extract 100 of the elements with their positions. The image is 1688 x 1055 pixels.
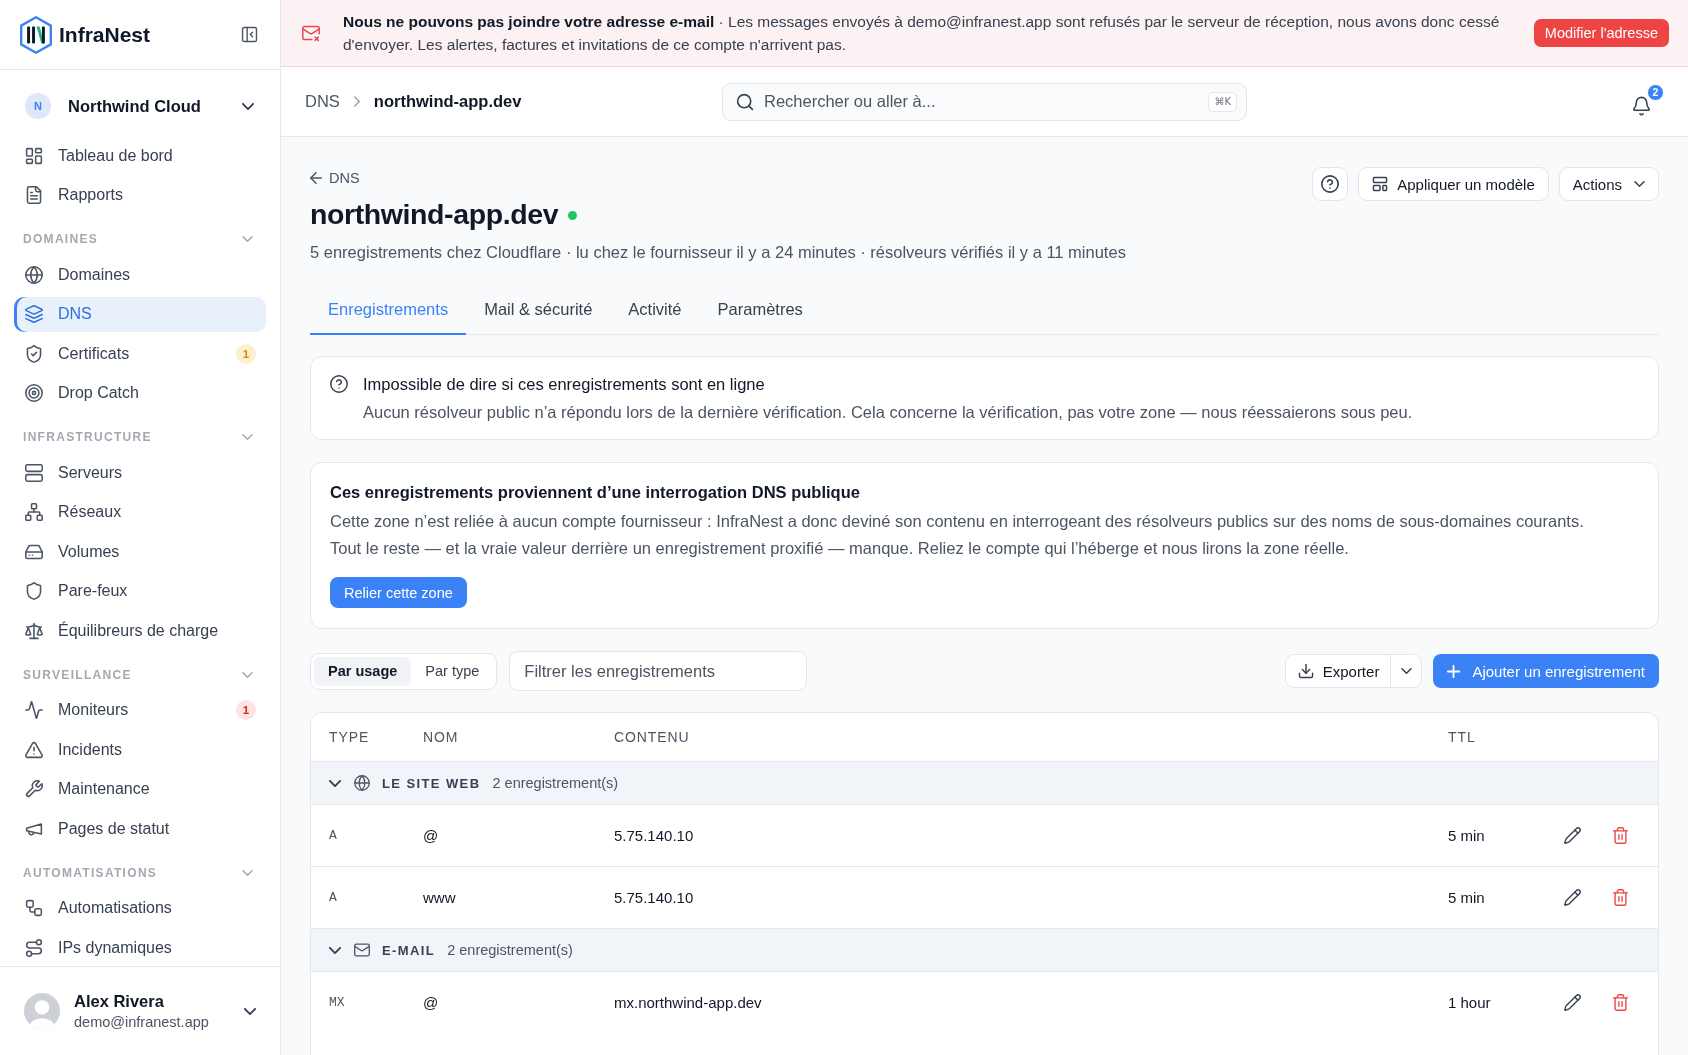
brand-name: InfraNest (59, 22, 151, 47)
page-subtitle: 5 enregistrements chez Cloudflare · lu chez le fournisseur il y a 24 minutes · résolveurs vérifiés il y a 11 minutes (310, 242, 1126, 263)
view-option[interactable]: Par usage (314, 656, 412, 686)
workspace-name[interactable]: Northwind Cloud (68, 96, 201, 116)
edit-button[interactable] (1562, 992, 1582, 1013)
help-circle-icon (330, 375, 348, 393)
delete-button[interactable] (1610, 825, 1630, 846)
edit-button[interactable] (1562, 887, 1582, 908)
help-button[interactable] (1312, 167, 1349, 201)
breadcrumb-link[interactable]: DNS (305, 92, 340, 111)
type-cell-text: A (329, 890, 338, 905)
chevron-down-icon (1400, 668, 1412, 674)
tab[interactable]: Enregistrements (310, 291, 467, 335)
nav-item[interactable]: Pare-feux (14, 573, 266, 609)
callout-title: Ces enregistrements proviennent d’une interrogation DNS publique (330, 482, 861, 503)
shield-icon (25, 582, 43, 601)
hard-drive-icon (25, 542, 43, 561)
pulse-icon (25, 701, 43, 720)
network-icon (25, 503, 43, 522)
nav-item[interactable]: Drop Catch (14, 375, 266, 411)
search-icon (736, 92, 754, 111)
trash-icon (1611, 994, 1629, 1011)
nav-item[interactable]: IPs dynamiques (14, 930, 266, 966)
delete-button[interactable] (1610, 992, 1630, 1013)
back-link[interactable]: DNS (310, 169, 360, 187)
trash-icon (1611, 889, 1629, 906)
route-icon (25, 938, 43, 957)
notification-count: 2 (1647, 83, 1664, 101)
document-icon (25, 186, 43, 205)
group-row[interactable]: LE SITE WEB 2 enregistrement(s) (311, 761, 1658, 804)
tab[interactable]: Activité (610, 291, 700, 335)
nav-item[interactable]: Tableau de bord (14, 138, 266, 174)
nav-item[interactable]: Rapports (14, 177, 266, 213)
pencil-icon (1563, 827, 1581, 844)
link-zone-button[interactable]: Relier cette zone (330, 577, 467, 608)
help-circle-icon (1321, 175, 1340, 193)
globe-icon (354, 775, 370, 791)
group-count: 2 enregistrement(s) (447, 942, 573, 958)
layout-template-icon (1372, 176, 1389, 192)
edit-button[interactable] (1562, 825, 1582, 846)
tab[interactable]: Mail & sécurité (466, 291, 611, 335)
ttl-cell-text: 5 min (1448, 889, 1486, 906)
nav-item[interactable]: Moniteurs 1 (14, 692, 266, 728)
group-label: E-MAIL (382, 942, 436, 958)
count-badge: 1 (236, 700, 256, 721)
server-icon (25, 463, 43, 482)
name-cell-text: @ (423, 994, 440, 1011)
scale-icon (25, 621, 43, 640)
workspace-avatar: N (25, 93, 51, 119)
nav-item[interactable]: Réseaux (14, 494, 266, 530)
notice-text: Aucun résolveur public n’a répondu lors de la dernière vérification. Cela concerne la vérification, pas votre zone — nous réessaierons sous peu. (363, 402, 1413, 423)
mail-error-icon (301, 24, 321, 42)
sidebar-panel-icon (241, 26, 258, 43)
chevron-right-icon (353, 96, 360, 107)
tab[interactable]: Paramètres (699, 291, 821, 335)
add-record-button[interactable]: Ajouter un enregistrement (1433, 654, 1659, 688)
nav-item[interactable]: Volumes (14, 534, 266, 570)
trash-icon (1611, 827, 1629, 844)
nav-item[interactable]: Domaines (14, 257, 266, 293)
column-header: CONTENU (614, 729, 691, 745)
wrench-icon (25, 780, 43, 799)
export-button[interactable]: Exporter (1284, 654, 1392, 688)
view-option[interactable]: Par type (411, 656, 494, 686)
user-email: demo@infranest.app (74, 1012, 209, 1032)
hexagon-logo-icon (20, 15, 52, 54)
avatar-silhouette-icon (24, 993, 60, 1029)
group-label: LE SITE WEB (382, 775, 481, 791)
nav-item[interactable]: Pages de statut (14, 811, 266, 847)
ttl-cell-text: 5 min (1448, 827, 1486, 844)
globe-icon (25, 265, 43, 284)
nav-item[interactable]: Maintenance (14, 771, 266, 807)
name-cell-text: www (423, 889, 457, 906)
delete-button[interactable] (1610, 887, 1630, 908)
nav-item[interactable]: Équilibreurs de charge (14, 613, 266, 649)
page-title: northwind-app.dev (310, 197, 559, 232)
envelope-icon (354, 942, 370, 958)
actions-menu-button[interactable]: Actions (1558, 167, 1659, 201)
type-cell-text: MX (329, 995, 346, 1010)
chevron-down-icon[interactable] (242, 102, 254, 110)
apply-template-button[interactable]: Appliquer un modèle (1358, 167, 1549, 201)
notifications-button[interactable]: 2 (1626, 82, 1664, 121)
download-icon (1297, 663, 1314, 679)
nav-item[interactable]: Incidents (14, 732, 266, 768)
pencil-icon (1563, 994, 1581, 1011)
content-cell-text: mx.northwind-app.dev (614, 994, 763, 1011)
nav-item[interactable]: Serveurs (14, 455, 266, 491)
pencil-icon (1563, 889, 1581, 906)
nav-item[interactable]: Certificats 1 (14, 336, 266, 372)
nav-item[interactable]: Automatisations (14, 890, 266, 926)
change-address-button[interactable]: Modifier l'adresse (1533, 19, 1669, 47)
chevron-down-icon (1634, 181, 1645, 187)
nav-item[interactable]: DNS (14, 296, 266, 332)
filter-field[interactable]: Filtrer les enregistrements (509, 651, 808, 691)
name-cell-text: @ (423, 827, 440, 844)
collapse-sidebar-button[interactable] (241, 26, 258, 43)
group-row[interactable]: E-MAIL 2 enregistrement(s) (311, 928, 1658, 971)
content-cell-text: 5.75.140.10 (614, 827, 695, 844)
chevron-down-icon[interactable] (244, 1007, 256, 1015)
layers-icon (25, 305, 43, 324)
column-header: NOM (423, 729, 460, 745)
